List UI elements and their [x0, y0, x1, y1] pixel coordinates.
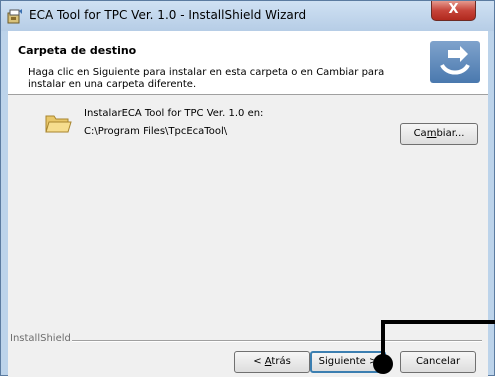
dialog-body: Carpeta de destino Haga clic en Siguient…	[8, 31, 488, 377]
change-button-suffix: biar...	[436, 128, 465, 139]
pointer-marker-dot	[373, 354, 393, 374]
change-button-mnemonic: m	[426, 128, 437, 139]
cancel-button[interactable]: Cancelar	[400, 351, 476, 373]
back-button[interactable]: < Atrás	[234, 351, 310, 373]
install-folder-label: InstalarECA Tool for TPC Ver. 1.0 en:	[84, 108, 264, 119]
install-folder-path: C:\Program Files\TpcEcaTool\	[84, 126, 228, 137]
pointer-marker-line	[381, 320, 495, 324]
change-button-prefix: Ca	[413, 128, 427, 139]
folder-icon	[45, 115, 72, 133]
close-button[interactable]: X	[431, 1, 476, 21]
installer-icon	[7, 9, 22, 24]
dialog-header: Carpeta de destino Haga clic en Siguient…	[8, 31, 488, 95]
footer-divider	[72, 340, 482, 342]
page-description: Haga clic en Siguiente para instalar en …	[28, 67, 385, 90]
install-arrow-graphic	[430, 41, 480, 83]
back-button-prefix: <	[253, 356, 265, 367]
title-bar[interactable]: ECA Tool for TPC Ver. 1.0 - InstallShiel…	[1, 1, 494, 31]
page-title: Carpeta de destino	[18, 44, 137, 57]
close-icon: X	[448, 2, 459, 17]
installshield-brand: InstallShield	[10, 333, 71, 344]
back-button-suffix: trás	[271, 356, 291, 367]
change-folder-button[interactable]: Cambiar...	[400, 123, 478, 145]
window-title: ECA Tool for TPC Ver. 1.0 - InstallShiel…	[29, 8, 307, 22]
